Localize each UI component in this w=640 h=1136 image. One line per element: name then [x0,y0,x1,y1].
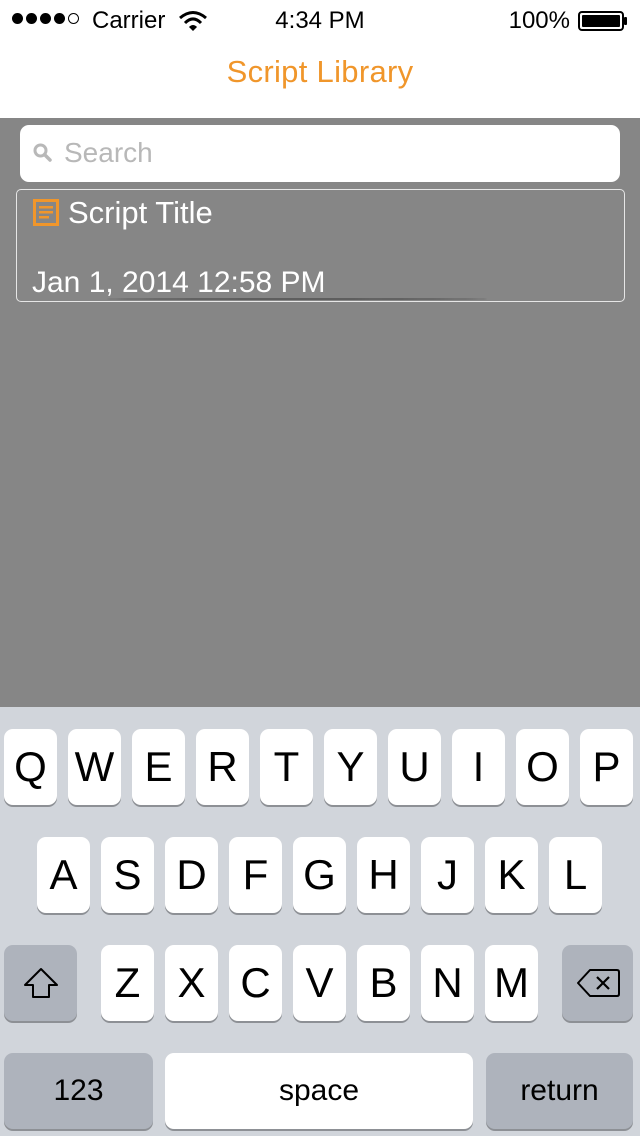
key-n[interactable]: N [421,945,474,1021]
key-p[interactable]: P [580,729,633,805]
key-r[interactable]: R [196,729,249,805]
battery-percentage: 100% [508,7,570,34]
key-u[interactable]: U [388,729,441,805]
battery-icon [578,11,627,31]
key-t[interactable]: T [260,729,313,805]
key-f[interactable]: F [229,837,282,913]
key-o[interactable]: O [516,729,569,805]
search-input[interactable] [64,133,604,173]
script-list-item[interactable]: Script Title Jan 1, 2014 12:58 PM [16,189,625,302]
space-key[interactable]: space [165,1053,473,1129]
search-bar[interactable] [20,125,620,182]
key-l[interactable]: L [549,837,602,913]
key-z[interactable]: Z [101,945,154,1021]
navigation-bar: Script Library [0,40,640,118]
key-m[interactable]: M [485,945,538,1021]
key-i[interactable]: I [452,729,505,805]
key-e[interactable]: E [132,729,185,805]
return-key[interactable]: return [486,1053,633,1129]
key-j[interactable]: J [421,837,474,913]
card-divider [107,298,487,300]
key-s[interactable]: S [101,837,154,913]
key-y[interactable]: Y [324,729,377,805]
script-date: Jan 1, 2014 12:58 PM [32,266,326,299]
numbers-key[interactable]: 123 [4,1053,153,1129]
status-bar: Carrier 4:34 PM 100% [0,0,640,40]
key-w[interactable]: W [68,729,121,805]
key-d[interactable]: D [165,837,218,913]
shift-key[interactable] [4,945,77,1021]
key-g[interactable]: G [293,837,346,913]
key-a[interactable]: A [37,837,90,913]
page-title: Script Library [226,54,414,89]
key-v[interactable]: V [293,945,346,1021]
key-h[interactable]: H [357,837,410,913]
keyboard: Q W E R T Y U I O P A S D F G H J K L Z … [0,707,640,1136]
script-title: Script Title [68,195,213,230]
document-icon [33,199,59,226]
key-b[interactable]: B [357,945,410,1021]
backspace-icon [576,969,620,997]
search-icon [33,143,52,162]
key-c[interactable]: C [229,945,282,1021]
shift-icon [23,968,58,998]
key-k[interactable]: K [485,837,538,913]
key-q[interactable]: Q [4,729,57,805]
delete-key[interactable] [562,945,633,1021]
key-x[interactable]: X [165,945,218,1021]
